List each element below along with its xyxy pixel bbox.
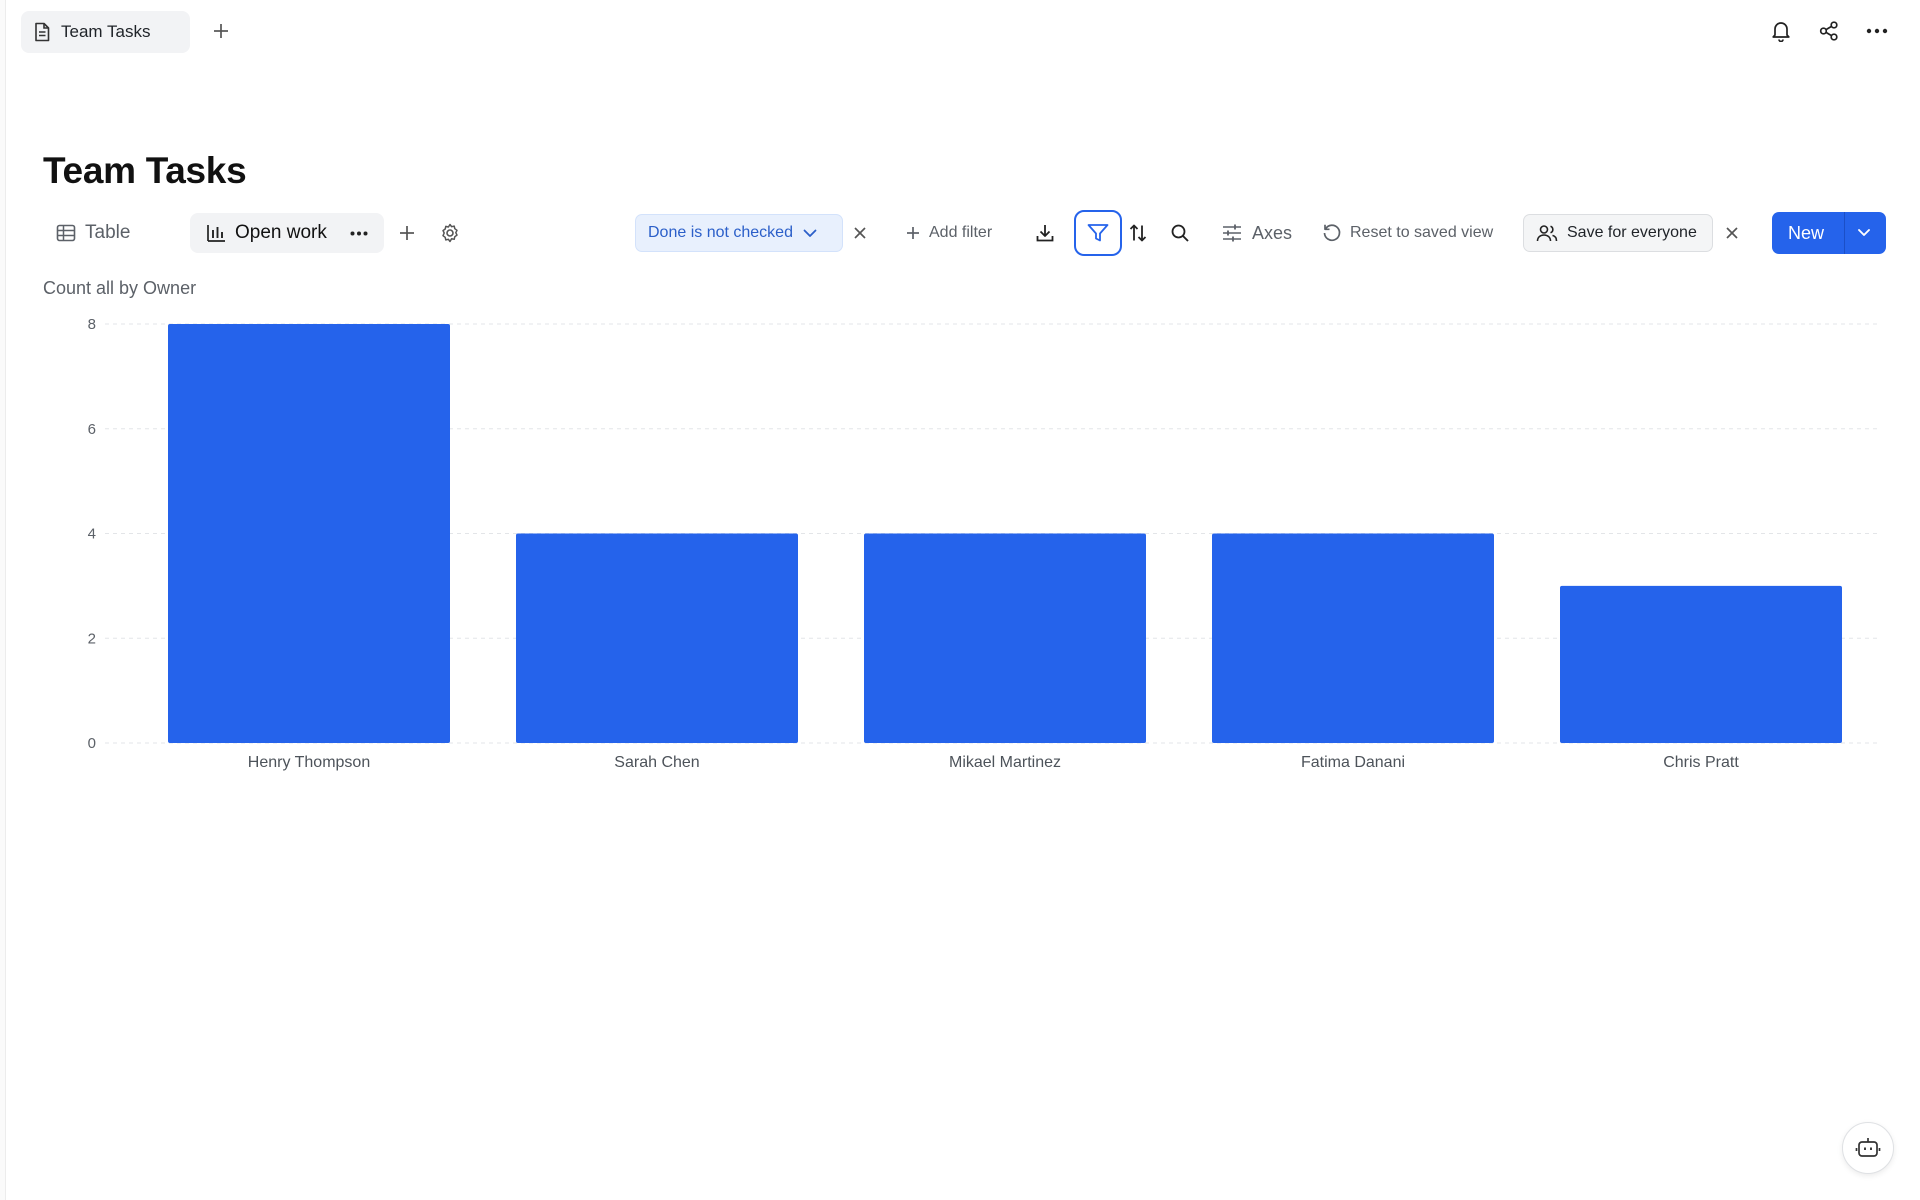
bar-chart-icon	[207, 225, 225, 242]
bar[interactable]	[516, 533, 798, 744]
view-options-icon[interactable]	[350, 231, 368, 236]
gear-icon	[442, 223, 458, 243]
y-tick-label: 8	[88, 316, 96, 333]
chart-canvas: 0 2 4 6 8 Henry Thompson Sarah Chen Mikael Mart…	[88, 316, 1880, 771]
add-view-button[interactable]	[398, 213, 416, 253]
funnel-icon	[1087, 224, 1109, 242]
remove-filter-button[interactable]	[852, 213, 868, 253]
more-options-button[interactable]	[1862, 16, 1892, 46]
y-tick-label: 0	[88, 735, 96, 752]
bar[interactable]	[1212, 533, 1494, 744]
filter-toggle-button[interactable]	[1074, 210, 1122, 256]
view-tab-open-work-label: Open work	[235, 222, 327, 243]
sort-arrows-icon	[1129, 224, 1147, 242]
x-tick-label: Mikael Martinez	[949, 754, 1061, 771]
tab-label: Team Tasks	[61, 22, 151, 41]
y-tick-label: 6	[88, 421, 96, 438]
close-icon	[854, 227, 866, 239]
more-horizontal-icon	[1866, 28, 1888, 34]
axes-button[interactable]: Axes	[1222, 213, 1292, 253]
y-tick-label: 4	[88, 526, 96, 543]
plus-icon	[400, 226, 414, 240]
reset-view-label: Reset to saved view	[1350, 224, 1494, 241]
undo-icon	[1323, 224, 1341, 242]
document-icon	[35, 22, 50, 42]
search-icon	[1171, 224, 1189, 242]
add-filter-button[interactable]: Add filter	[905, 213, 992, 253]
chart-title: Count all by Owner	[43, 278, 197, 298]
add-filter-label: Add filter	[929, 224, 993, 241]
tab-team-tasks[interactable]: Team Tasks	[21, 11, 190, 53]
save-for-everyone-label: Save for everyone	[1567, 224, 1697, 241]
bar[interactable]	[864, 533, 1146, 744]
split-divider	[1844, 212, 1845, 254]
share-button[interactable]	[1814, 16, 1844, 46]
filter-chip-done[interactable]: Done is not checked	[635, 214, 843, 252]
save-for-everyone-button[interactable]: Save for everyone	[1523, 214, 1713, 252]
chevron-down-icon[interactable]	[1856, 223, 1872, 241]
filter-chip-label: Done is not checked	[648, 224, 793, 241]
new-record-button[interactable]: New	[1772, 212, 1886, 254]
view-toolbar: Table Open work Done is not checked Add …	[0, 210, 1920, 256]
x-tick-label: Sarah Chen	[614, 754, 699, 771]
axes-label: Axes	[1252, 222, 1293, 243]
x-tick-label: Fatima Danani	[1301, 754, 1405, 771]
view-tab-open-work[interactable]: Open work	[190, 213, 384, 253]
sort-button[interactable]	[1128, 213, 1148, 253]
y-tick-label: 2	[88, 630, 96, 647]
download-button[interactable]	[1035, 213, 1055, 253]
bar[interactable]	[168, 324, 450, 743]
view-tab-table-label: Table	[85, 222, 131, 243]
bell-icon	[1772, 22, 1790, 42]
plus-icon	[907, 227, 919, 239]
download-icon	[1036, 225, 1054, 242]
table-icon	[56, 224, 76, 242]
notifications-button[interactable]	[1766, 16, 1796, 46]
users-icon	[1536, 225, 1558, 242]
assistant-button[interactable]	[1842, 1122, 1894, 1174]
chevron-down-icon	[803, 229, 817, 237]
view-settings-button[interactable]	[440, 213, 460, 253]
x-tick-label: Chris Pratt	[1663, 754, 1739, 771]
bar-chart: 0 2 4 6 8 Henry Thompson Sarah Chen Mikael Mart…	[0, 300, 1920, 780]
bar[interactable]	[1560, 585, 1842, 743]
discard-changes-button[interactable]	[1724, 213, 1740, 253]
sliders-icon	[1223, 224, 1241, 242]
x-tick-label: Henry Thompson	[248, 754, 370, 771]
share-icon	[1819, 21, 1838, 41]
new-button-label: New	[1788, 222, 1825, 243]
page-title: Team Tasks	[43, 150, 247, 191]
reset-view-button[interactable]: Reset to saved view	[1322, 213, 1493, 253]
add-tab-button[interactable]	[208, 18, 234, 44]
plus-icon	[214, 24, 228, 38]
robot-icon	[1855, 1138, 1881, 1157]
search-button[interactable]	[1170, 213, 1190, 253]
top-bar: Team Tasks	[0, 0, 1920, 64]
close-icon	[1726, 227, 1738, 239]
view-tab-table[interactable]: Table	[56, 213, 130, 253]
